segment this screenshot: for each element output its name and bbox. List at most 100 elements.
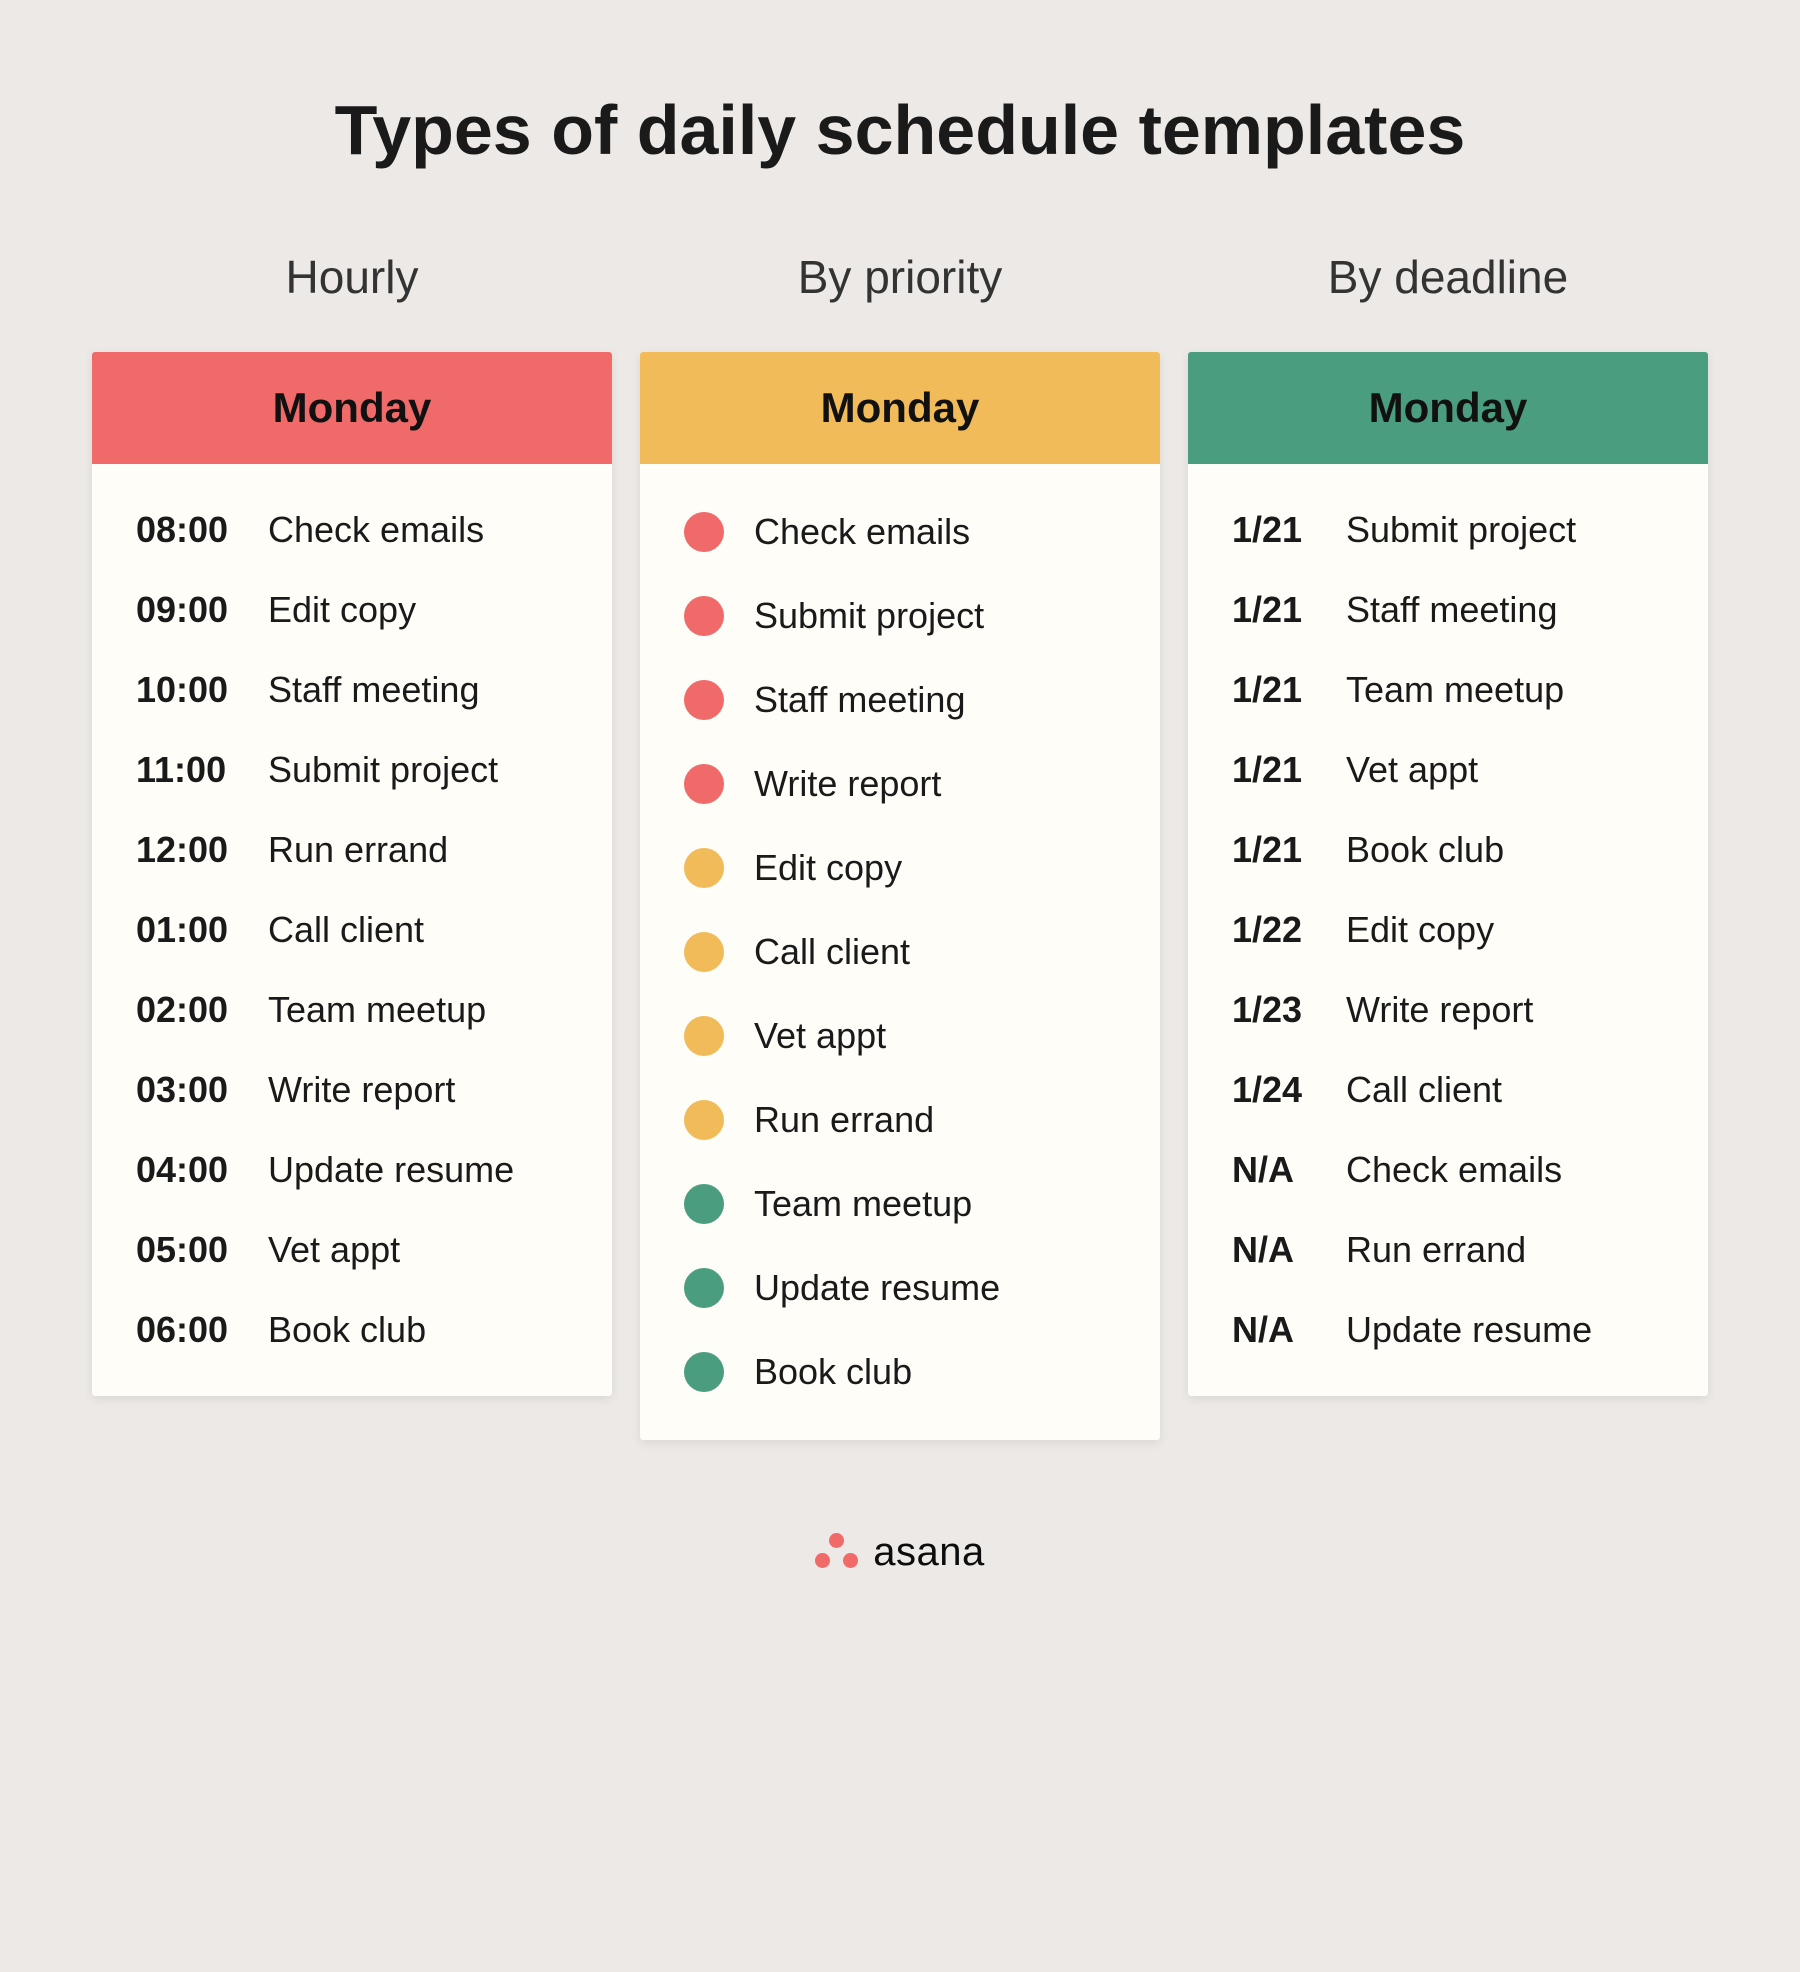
item-task: Write report [1346,992,1533,1028]
priority-dot-icon [684,512,724,552]
item-task: Update resume [754,1270,1000,1306]
item-task: Submit project [754,598,984,634]
item-task: Book club [1346,832,1504,868]
list-item: Run errand [684,1100,1124,1140]
item-task: Write report [268,1072,455,1108]
item-time: 03:00 [136,1072,244,1108]
item-task: Run errand [1346,1232,1526,1268]
asana-logo-icon [815,1533,859,1573]
card-body: 1/21Submit project1/21Staff meeting1/21T… [1188,464,1708,1396]
card-body: 08:00 Check emails 09:00Edit copy 10:00 Staf… [92,464,612,1396]
list-item: 06:00 Book club [136,1312,576,1348]
list-item: 1/23 Write report [1232,992,1672,1028]
card-header: Monday [92,352,612,464]
card-header: Monday [640,352,1160,464]
list-item: 12:00Run errand [136,832,576,868]
list-item: Submit project [684,596,1124,636]
item-task: Vet appt [754,1018,886,1054]
list-item: 10:00 Staff meeting [136,672,576,708]
item-date: N/A [1232,1232,1322,1268]
item-date: 1/21 [1232,752,1322,788]
priority-dot-icon [684,932,724,972]
list-item: 09:00Edit copy [136,592,576,628]
item-date: 1/23 [1232,992,1322,1028]
card-body: Check emails Submit project Staff meeting W… [640,464,1160,1440]
priority-dot-icon [684,680,724,720]
item-task: Staff meeting [754,682,965,718]
list-item: 1/24Call client [1232,1072,1672,1108]
list-item: Book club [684,1352,1124,1392]
list-item: 01:00 Call client [136,912,576,948]
item-time: 04:00 [136,1152,244,1188]
item-time: 01:00 [136,912,244,948]
item-task: Submit project [268,752,498,788]
item-date: 1/21 [1232,672,1322,708]
list-item: Edit copy [684,848,1124,888]
footer: asana [80,1530,1720,1575]
list-item: Check emails [684,512,1124,552]
item-date: 1/24 [1232,1072,1322,1108]
priority-dot-icon [684,764,724,804]
item-date: N/A [1232,1312,1322,1348]
item-task: Vet appt [268,1232,400,1268]
list-item: 1/21Vet appt [1232,752,1672,788]
page-title: Types of daily schedule templates [80,90,1720,170]
schedule-card: Monday Check emails Submit project Staff me… [640,352,1160,1440]
priority-dot-icon [684,1352,724,1392]
schedule-card: Monday 1/21 Submit project 1/21Staff meetin… [1188,352,1708,1396]
item-task: Run errand [754,1102,934,1138]
list-item: Vet appt [684,1016,1124,1056]
item-time: 06:00 [136,1312,244,1348]
item-time: 05:00 [136,1232,244,1268]
brand-name: asana [873,1530,984,1575]
priority-dot-icon [684,1184,724,1224]
item-date: 1/21 [1232,592,1322,628]
item-date: 1/21 [1232,512,1322,548]
list-item: 11:00Submit project [136,752,576,788]
list-item: Call client [684,932,1124,972]
list-item: 1/22 Edit copy [1232,912,1672,948]
priority-dot-icon [684,1100,724,1140]
item-time: 10:00 [136,672,244,708]
list-item: Update resume [684,1268,1124,1308]
list-item: 1/21Staff meeting [1232,592,1672,628]
priority-dot-icon [684,848,724,888]
list-item: 03:00 Write report [136,1072,576,1108]
item-task: Book club [754,1354,912,1390]
schedule-column: By deadline Monday 1/21 Submit project 1/21S… [1188,250,1708,1440]
schedule-column: By priority Monday Check emails Submit proj… [640,250,1160,1440]
list-item: Team meetup [684,1184,1124,1224]
list-item: N/ACheck emails [1232,1152,1672,1188]
column-heading: By priority [798,250,1002,304]
card-header: Monday [1188,352,1708,464]
item-task: Check emails [268,512,484,548]
list-item: N/A Update resume [1232,1312,1672,1348]
column-heading: Hourly [286,250,419,304]
item-task: Call client [754,934,910,970]
list-item: 1/21Book club [1232,832,1672,868]
item-task: Submit project [1346,512,1576,548]
column-heading: By deadline [1328,250,1568,304]
list-item: 04:00 Update resume [136,1152,576,1188]
item-task: Edit copy [754,850,902,886]
item-task: Staff meeting [268,672,479,708]
schedule-column: Hourly Monday 08:00 Check emails 09:00Edit c… [92,250,612,1440]
item-task: Team meetup [754,1186,972,1222]
item-date: 1/22 [1232,912,1322,948]
priority-dot-icon [684,1268,724,1308]
priority-dot-icon [684,596,724,636]
item-task: Run errand [268,832,448,868]
item-date: N/A [1232,1152,1322,1188]
item-time: 08:00 [136,512,244,548]
item-task: Edit copy [268,592,416,628]
item-task: Update resume [1346,1312,1592,1348]
item-task: Write report [754,766,941,802]
list-item: 05:00 Vet appt [136,1232,576,1268]
item-task: Book club [268,1312,426,1348]
item-time: 02:00 [136,992,244,1028]
item-task: Edit copy [1346,912,1494,948]
list-item: N/A Run errand [1232,1232,1672,1268]
list-item: 08:00 Check emails [136,512,576,548]
item-task: Call client [268,912,424,948]
item-task: Update resume [268,1152,514,1188]
